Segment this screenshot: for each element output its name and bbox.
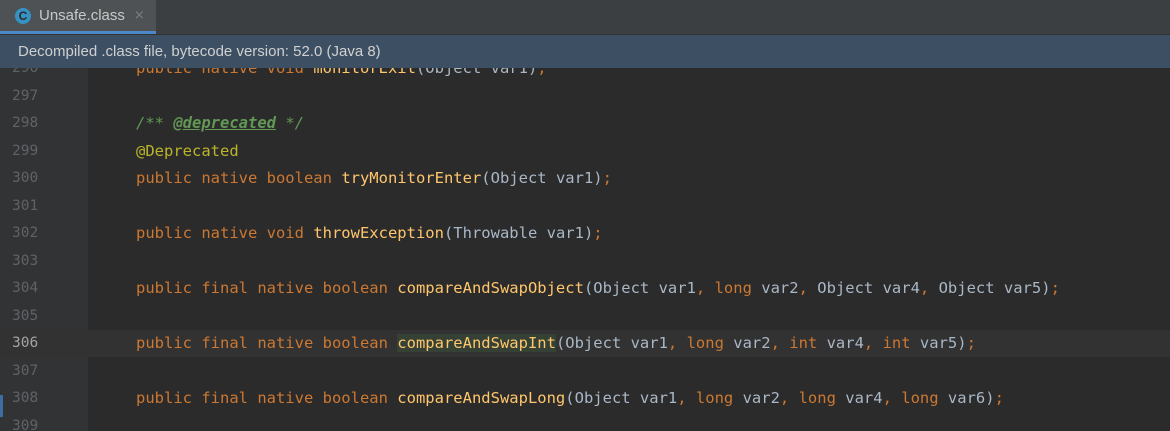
code-token: , int [770,334,827,352]
code-line[interactable]: 296 public native void monitorExit(Object… [0,68,1170,82]
code-text: public native boolean tryMonitorEnter(Ob… [136,165,612,192]
code-token: compareAndSwapObject [397,279,584,297]
code-token: public native boolean [136,169,342,187]
code-token: throwException [313,224,444,242]
code-token: Object var5) [938,279,1051,297]
close-icon[interactable]: × [134,8,145,23]
code-token: var4 [826,334,864,352]
code-line[interactable]: 305 [0,303,1170,330]
code-token: ; [1050,279,1060,297]
code-token: ; [537,68,547,77]
code-token: var2 [733,334,771,352]
line-number: 303 [12,252,39,269]
code-line[interactable]: 299 @Deprecated [0,138,1170,165]
code-token: , long [695,279,762,297]
line-number: 307 [12,362,39,379]
code-token: , long [677,389,743,407]
code-token: ; [602,169,612,187]
code-line[interactable]: 307 [0,358,1170,385]
line-number: 305 [12,307,39,324]
code-token: public native void [136,224,314,242]
code-token: (Object var1 [583,279,696,297]
line-number: 302 [12,225,39,241]
code-editor[interactable]: 296 public native void monitorExit(Object… [0,68,1170,431]
code-token: public final native boolean [136,279,398,297]
code-token: tryMonitorEnter [341,169,482,187]
code-token: (Object var1 [565,389,678,407]
code-token: , [798,279,818,297]
code-text: public native void monitorExit(Object va… [136,68,547,82]
code-token: ; [994,389,1004,407]
code-token: , long [667,334,734,352]
line-number: 299 [12,142,39,159]
code-token: ; [966,334,976,352]
code-line[interactable]: 302 public native void throwException(Thr… [0,220,1170,247]
editor-tab-bar: C Unsafe.class × [0,0,1170,35]
code-text: public final native boolean compareAndSw… [136,385,1004,412]
code-token: var4 [845,389,883,407]
code-token: public final native boolean [136,389,398,407]
code-text: @Deprecated [136,138,239,165]
code-token: @deprecated [173,114,276,132]
code-token: var2 [761,279,799,297]
code-line[interactable]: 306 public final native boolean compareAn… [0,330,1170,357]
code-token: public final native boolean [136,334,398,352]
code-text: /** @deprecated */ [136,110,304,137]
java-class-icon: C [15,7,31,24]
java-class-icon-letter: C [18,8,28,23]
tab-title: Unsafe.class [39,7,125,24]
code-line[interactable]: 309 [0,413,1170,431]
code-token: (Object var1) [415,68,538,77]
code-token: public native void [136,68,314,77]
code-line[interactable]: 303 [0,248,1170,275]
code-token: compareAndSwapLong [397,389,566,407]
code-line[interactable]: 300 public native boolean tryMonitorEnter… [0,165,1170,192]
code-token: */ [275,114,304,132]
code-token: , long [882,389,948,407]
code-text: public final native boolean compareAndSw… [136,330,976,357]
code-token: , [919,279,939,297]
code-text: public native void throwException(Throwa… [136,220,603,247]
line-number: 298 [12,115,39,131]
line-number: 297 [12,87,39,104]
code-token: monitorExit [313,68,416,77]
code-line[interactable]: 308 public final native boolean compareAn… [0,385,1170,412]
code-line[interactable]: 297 [0,83,1170,110]
line-number: 300 [12,170,39,186]
code-token: (Object var1) [481,169,603,187]
code-token: var5) [919,334,967,352]
code-token: Object var4 [817,279,920,297]
code-token: compareAndSwapInt [397,334,556,352]
code-line[interactable]: 304 public final native boolean compareAn… [0,275,1170,302]
code-token: (Throwable var1) [443,224,594,242]
decompiled-notice-banner: Decompiled .class file, bytecode version… [0,35,1170,68]
line-number: 301 [12,197,39,214]
code-token: , int [863,334,920,352]
code-token: , long [779,389,846,407]
line-number: 296 [12,68,39,76]
line-number: 309 [12,417,39,431]
line-number: 308 [12,390,39,406]
code-token: var2 [742,389,780,407]
tab-unsafe-class[interactable]: C Unsafe.class × [0,0,156,34]
code-line[interactable]: 298 /** @deprecated */ [0,110,1170,137]
line-number: 304 [12,280,39,296]
line-number: 306 [12,335,39,351]
code-token: (Object var1 [555,334,668,352]
code-token: @Deprecated [136,141,239,160]
code-text: public final native boolean compareAndSw… [136,275,1060,302]
code-token: ; [593,224,603,242]
code-token: /** [136,114,174,132]
code-token: var6) [947,389,995,407]
code-line[interactable]: 301 [0,193,1170,220]
